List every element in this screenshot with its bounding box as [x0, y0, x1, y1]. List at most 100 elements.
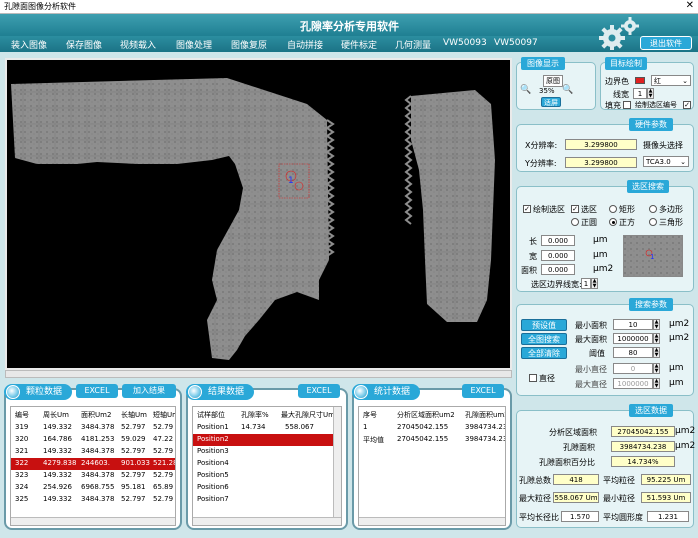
- cell: 3984734.238: [465, 435, 505, 443]
- col-area: 面积Um2: [81, 411, 112, 419]
- original-size-button[interactable]: 原图: [543, 75, 563, 87]
- square-radio[interactable]: [609, 218, 617, 226]
- menu-vw50093[interactable]: VW50093: [443, 38, 487, 48]
- result-excel-button[interactable]: EXCEL: [298, 384, 340, 398]
- line-width-label: 线宽: [613, 90, 629, 99]
- max-area-input[interactable]: 1000000: [613, 333, 653, 344]
- clear-all-button[interactable]: 全部清除: [521, 347, 567, 359]
- border-line-spinner[interactable]: ▲ ▼: [591, 278, 598, 289]
- table-row[interactable]: 1 27045042.155 3984734.238: [359, 422, 505, 434]
- threshold-input[interactable]: 80: [613, 347, 653, 358]
- x-res-input[interactable]: 3.299800: [565, 139, 637, 150]
- polygon-radio[interactable]: [649, 205, 657, 213]
- add-result-button[interactable]: 加入结果: [122, 384, 176, 398]
- length-input[interactable]: 0.000: [541, 235, 575, 246]
- border-color-select[interactable]: 红 ⌄: [651, 75, 691, 86]
- min-size-value: 51.593 Um: [641, 492, 691, 503]
- menu-image-restore[interactable]: 图像复原: [231, 38, 267, 51]
- table-row[interactable]: 319 149.332 3484.378 52.797 52.79: [11, 422, 175, 434]
- table-row[interactable]: 324 254.926 6968.755 95.181 65.89: [11, 482, 175, 494]
- gear-icon: [599, 17, 639, 50]
- viewer-scrollbar[interactable]: [5, 370, 512, 378]
- region-checkbox[interactable]: ✓: [571, 205, 579, 213]
- min-area-unit: μm2: [669, 319, 690, 329]
- cell: 4181.253: [81, 435, 115, 443]
- min-diam-input[interactable]: 0: [613, 363, 653, 374]
- fit-screen-button[interactable]: 适屏: [541, 97, 561, 107]
- menu-vw50097[interactable]: VW50097: [494, 38, 538, 48]
- min-area-spinner[interactable]: ▲ ▼: [653, 319, 660, 330]
- table-row[interactable]: Position1 14.734 558.067: [193, 422, 341, 434]
- circle-radio[interactable]: [571, 218, 579, 226]
- line-width-spinner[interactable]: ▲ ▼: [647, 88, 654, 99]
- width-input[interactable]: 0.000: [541, 250, 575, 261]
- max-diam-input[interactable]: 1000000: [613, 378, 653, 389]
- camera-label: 摄像头选择: [643, 141, 683, 150]
- rect-radio[interactable]: [609, 205, 617, 213]
- particle-excel-button[interactable]: EXCEL: [76, 384, 118, 398]
- cell: 4279.838: [43, 459, 77, 467]
- border-line-input[interactable]: 1: [581, 278, 591, 289]
- menu-load-image[interactable]: 装入图像: [11, 38, 47, 51]
- stat-hscroll[interactable]: [359, 517, 505, 525]
- menu-image-process[interactable]: 图像处理: [176, 38, 212, 51]
- result-hscroll[interactable]: [193, 517, 341, 525]
- draw-region-id-checkbox[interactable]: ✓: [683, 101, 691, 109]
- max-size-value: 558.067 Um: [553, 492, 599, 503]
- fill-checkbox[interactable]: [623, 101, 631, 109]
- zoom-out-icon[interactable]: 🔍: [562, 85, 573, 95]
- menu-auto-stitch[interactable]: 自动拼接: [287, 38, 323, 51]
- min-area-input[interactable]: 10: [613, 319, 653, 330]
- cell: 14.734: [241, 423, 266, 431]
- table-row[interactable]: Position4: [193, 458, 341, 470]
- table-row[interactable]: 323 149.332 3484.378 52.797 52.79: [11, 470, 175, 482]
- zoom-level: 35%: [539, 87, 555, 95]
- result-table[interactable]: 试样部位 孔隙率% 最大孔隙尺寸Um Position1 14.734 558.06…: [192, 406, 342, 526]
- stat-excel-button[interactable]: EXCEL: [462, 384, 504, 398]
- table-row[interactable]: 321 149.332 3484.378 52.797 52.79: [11, 446, 175, 458]
- width-label: 宽: [529, 252, 537, 261]
- line-width-input[interactable]: 1: [633, 88, 647, 99]
- y-res-input[interactable]: 3.299800: [565, 157, 637, 168]
- avg-round-value: 1.231: [647, 511, 689, 522]
- menu-save-image[interactable]: 保存图像: [66, 38, 102, 51]
- image-viewer[interactable]: 1: [5, 58, 512, 370]
- exit-button[interactable]: 退出软件: [640, 36, 692, 50]
- table-row[interactable]: Position7: [193, 494, 341, 506]
- camera-select[interactable]: TCA3.0 ⌄: [643, 156, 689, 167]
- result-vscroll[interactable]: [333, 407, 341, 519]
- cell: 149.332: [43, 423, 72, 431]
- max-size-label: 最大粒径: [519, 494, 551, 503]
- min-diam-spinner[interactable]: ▲ ▼: [653, 363, 660, 374]
- max-diam-spinner[interactable]: ▲ ▼: [653, 378, 660, 389]
- menu-video-load[interactable]: 视频载入: [120, 38, 156, 51]
- full-search-button[interactable]: 全图搜索: [521, 333, 567, 345]
- table-row-selected[interactable]: Position2: [193, 434, 335, 446]
- table-row[interactable]: Position5: [193, 470, 341, 482]
- area-unit: μm2: [593, 264, 614, 274]
- particle-hscroll[interactable]: [11, 517, 175, 525]
- table-row[interactable]: Position3: [193, 446, 341, 458]
- menu-geometry[interactable]: 几何测量: [395, 38, 431, 51]
- threshold-spinner[interactable]: ▲ ▼: [653, 347, 660, 358]
- table-row[interactable]: 325 149.332 3484.378 52.797 52.79: [11, 494, 175, 506]
- menu-hardware-calib[interactable]: 硬件标定: [341, 38, 377, 51]
- area-input[interactable]: 0.000: [541, 264, 575, 275]
- stat-table[interactable]: 序号 分析区域面积um2 孔隙面积um2 1 27045042.155 398473…: [358, 406, 506, 526]
- preset-button[interactable]: 预设值: [521, 319, 567, 331]
- diameter-checkbox[interactable]: [529, 374, 537, 382]
- close-icon[interactable]: ✕: [686, 0, 694, 11]
- table-row-selected[interactable]: 322 4279.838 244603. 901.033 521.28: [11, 458, 175, 470]
- particle-table[interactable]: 编号 周长Um 面积Um2 长轴Um 短轴Um 319 149.332 3484.3…: [10, 406, 176, 526]
- draw-region-checkbox[interactable]: ✓: [523, 205, 531, 213]
- window-titlebar: 孔隙面图像分析软件 ✕: [0, 0, 698, 14]
- table-row[interactable]: 平均值 27045042.155 3984734.238: [359, 434, 505, 446]
- max-area-spinner[interactable]: ▲ ▼: [653, 333, 660, 344]
- table-row[interactable]: 320 164.786 4181.253 59.029 47.22: [11, 434, 175, 446]
- zoom-in-icon[interactable]: 🔍: [520, 85, 531, 95]
- table-row[interactable]: Position6: [193, 482, 341, 494]
- image-display-panel: 图像显示 原图 🔍 35% 🔍 适屏: [516, 57, 596, 110]
- triangle-radio[interactable]: [649, 218, 657, 226]
- cell: 59.029: [121, 435, 146, 443]
- cell: 52.797: [121, 447, 146, 455]
